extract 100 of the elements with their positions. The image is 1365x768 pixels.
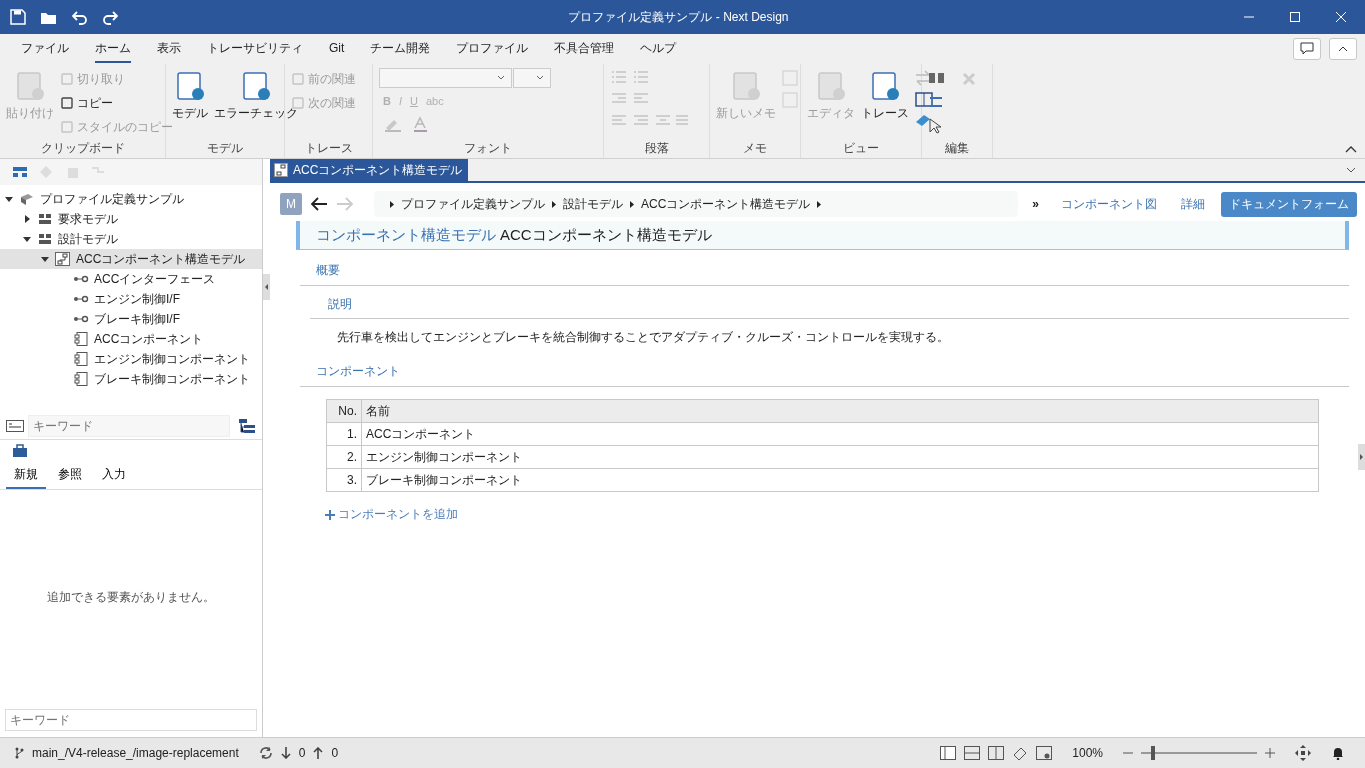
chevron-down-icon [536, 75, 544, 81]
square-icon [60, 72, 74, 86]
cursor-icon[interactable] [928, 118, 942, 134]
ribbon-group-label: モデル [206, 140, 244, 157]
swap-arrows-icon[interactable] [915, 70, 931, 86]
tree-item[interactable]: 設計モデル [0, 229, 262, 249]
split-view-icon[interactable] [915, 92, 933, 107]
view-button[interactable]: ドキュメントフォーム [1221, 191, 1357, 217]
tab-list-icon[interactable] [1345, 165, 1357, 175]
expand-panel-handle[interactable] [1358, 444, 1365, 470]
ribbon-group-label: フォント [463, 140, 513, 157]
menu-tab[interactable]: プロファイル [456, 35, 529, 63]
document-tab[interactable]: ACCコンポーネント構造モデル [270, 159, 469, 181]
menu-tab[interactable]: 不具合管理 [554, 35, 615, 63]
toolbox-icon[interactable] [12, 444, 28, 458]
tree-item[interactable]: エンジン制御I/F [0, 289, 262, 309]
ribbon-group-label: 編集 [944, 140, 970, 157]
panel-tab[interactable]: 参照 [50, 462, 90, 489]
zoom-slider-thumb[interactable] [1150, 746, 1155, 760]
ribbon-group-label: ビュー [842, 140, 880, 157]
tree-item[interactable]: ACCコンポーネント構造モデル [0, 249, 262, 269]
layout-icon[interactable] [988, 746, 1005, 760]
menu-tab[interactable]: ホーム [95, 35, 131, 63]
avatar: M [280, 193, 302, 215]
layout-icon[interactable] [964, 746, 981, 760]
tree-item[interactable]: ACCインターフェース [0, 269, 262, 289]
ribbon-button[interactable]: トレース [861, 68, 909, 136]
zoom-in-icon[interactable] [1265, 748, 1275, 758]
undo-icon[interactable] [72, 9, 88, 25]
table-cell: 3. [326, 468, 362, 492]
document-icon [815, 70, 847, 102]
bell-icon[interactable] [1331, 746, 1345, 760]
add-component-link[interactable]: コンポーネントを追加 [338, 506, 458, 523]
collapse-panel-handle[interactable] [263, 274, 270, 300]
menu-tab[interactable]: チーム開発 [370, 35, 431, 63]
ribbon-group-label: メモ [742, 140, 768, 157]
ribbon-button[interactable]: モデル [172, 68, 208, 136]
chevron-icon [390, 200, 394, 208]
redo-icon[interactable] [102, 9, 118, 25]
heading-type: コンポーネント構造モデル [316, 225, 496, 245]
column-header: No. [326, 399, 362, 423]
tree-item[interactable]: ブレーキ制御I/F [0, 309, 262, 329]
heading-name: ACCコンポーネント構造モデル [500, 225, 712, 245]
more-button[interactable]: » [1032, 197, 1039, 211]
menu-tab[interactable]: Git [329, 37, 345, 61]
branch-icon [14, 747, 24, 759]
breadcrumb-item[interactable]: プロファイル定義サンプル [401, 195, 545, 213]
chevron-icon [630, 200, 634, 208]
layout-icon[interactable] [940, 746, 957, 760]
section-title: コンポーネント [300, 361, 1349, 387]
component-icon [72, 371, 90, 387]
description-text: 先行車を検出してエンジンとブレーキを統合制御することでアダプティブ・クルーズ・コントロールを実現する。 [337, 329, 950, 346]
keyword-field[interactable]: キーワード [28, 415, 230, 437]
menu-tab[interactable]: 表示 [157, 35, 181, 63]
branch-name[interactable]: main_/V4-release_/image-replacement [32, 746, 239, 760]
table-cell: 2. [326, 445, 362, 469]
maximize-icon[interactable] [1289, 11, 1301, 23]
square-icon [291, 96, 305, 110]
down-arrow-icon [280, 747, 291, 759]
plus-icon[interactable] [325, 509, 335, 520]
square-icon [291, 72, 305, 86]
panel-tab[interactable]: 新規 [6, 462, 46, 489]
empty-message: 追加できる要素がありません。 [47, 589, 215, 606]
back-arrow-icon[interactable] [310, 197, 328, 211]
field-label: 説明 [310, 296, 1349, 319]
speech-bubble-icon [1300, 42, 1314, 56]
window-icon[interactable] [1036, 746, 1053, 760]
chevron-down-icon [497, 75, 505, 81]
replace-icon[interactable] [928, 94, 944, 110]
panel-tab[interactable]: 入力 [94, 462, 134, 489]
view-button[interactable]: コンポーネント図 [1053, 192, 1165, 216]
menu-tab[interactable]: トレーサビリティ [207, 35, 303, 63]
keyword-field[interactable]: キーワード [5, 709, 257, 731]
breadcrumb-item[interactable]: 設計モデル [563, 195, 623, 213]
document-icon [174, 70, 206, 102]
comment-button[interactable] [1293, 38, 1321, 60]
collapse-icon[interactable] [1345, 144, 1357, 154]
component-icon [72, 351, 90, 367]
fit-icon[interactable] [1295, 745, 1311, 761]
tree-view-icon[interactable] [12, 165, 28, 179]
menu-tab[interactable]: ヘルプ [640, 35, 677, 63]
ribbon-button[interactable]: コピー [60, 92, 173, 114]
table-cell: エンジン制御コンポーネント [361, 445, 1319, 469]
sync-icon[interactable] [258, 746, 273, 760]
tree-item[interactable]: ブレーキ制御コンポーネント [0, 369, 262, 389]
binoculars-icon[interactable] [928, 72, 946, 84]
view-button[interactable]: 詳細 [1173, 192, 1213, 216]
tree-item[interactable]: ACCコンポーネント [0, 329, 262, 349]
menu-tab[interactable]: ファイル [21, 35, 69, 63]
breadcrumb-item[interactable]: ACCコンポーネント構造モデル [641, 195, 811, 213]
eraser-icon[interactable] [1012, 746, 1029, 760]
tree-item[interactable]: 要求モデル [0, 209, 262, 229]
text-field-icon [6, 420, 24, 432]
window-title: プロファイル定義サンプル - Next Design [567, 8, 790, 26]
filter-settings-icon[interactable] [238, 418, 256, 434]
document-icon [730, 70, 762, 102]
up-arrow-icon [313, 747, 324, 759]
save-icon[interactable] [10, 9, 26, 25]
tree-item[interactable]: エンジン制御コンポーネント [0, 349, 262, 369]
tree-item[interactable]: プロファイル定義サンプル [0, 189, 262, 209]
